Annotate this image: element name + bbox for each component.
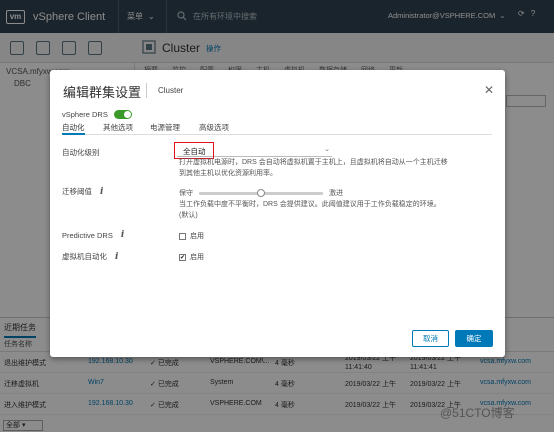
drs-toggle[interactable] [113, 110, 132, 119]
title-divider [146, 83, 147, 98]
checkbox-unchecked[interactable] [179, 232, 186, 240]
slider-max-label: 激进 [329, 190, 343, 197]
close-icon[interactable]: ✕ [484, 83, 494, 97]
tab-advanced-options[interactable]: 高级选项 [199, 122, 229, 135]
predictive-drs-checkbox[interactable]: 启用 [179, 231, 204, 241]
threshold-slider-row: 保守 激进 [179, 188, 343, 198]
info-icon[interactable]: i [115, 252, 118, 262]
info-icon[interactable]: i [100, 187, 103, 197]
tab-other-options[interactable]: 其他选项 [103, 122, 133, 135]
slider-handle[interactable] [257, 188, 265, 197]
dialog-subtitle: Cluster [158, 86, 184, 95]
dialog-tabs: 自动化 其他选项 电源管理 高级选项 [62, 122, 492, 135]
checkbox-checked[interactable]: ✔ [179, 253, 186, 261]
tab-automation[interactable]: 自动化 [62, 122, 85, 135]
migration-threshold-label: 迁移阈值 i [62, 186, 104, 197]
tab-power-management[interactable]: 电源管理 [150, 122, 180, 135]
vm-automation-label: 虚拟机自动化 i [62, 251, 119, 262]
automation-level-label: 自动化级别 [62, 148, 100, 157]
threshold-description: 当工作负载中度不平衡时，DRS 会提供建议。此阈值建议用于工作负载稳定的环境。 … [179, 201, 441, 219]
drs-toggle-row: vSphere DRS [62, 110, 132, 119]
watermark: @51CTO博客 [440, 406, 515, 420]
automation-description: 打开虚拟机电源时，DRS 会自动将虚拟机置于主机上，且虚拟机将自动从一个主机迁移… [179, 159, 448, 177]
drs-label: vSphere DRS [62, 110, 108, 119]
edit-cluster-settings-dialog: 编辑群集设置 Cluster ✕ vSphere DRS 自动化 其他选项 电源… [50, 70, 505, 357]
info-icon[interactable]: i [121, 230, 124, 240]
vm-automation-checkbox[interactable]: ✔ 启用 [179, 252, 204, 262]
predictive-drs-label: Predictive DRS i [62, 230, 125, 240]
slider-min-label: 保守 [179, 190, 193, 197]
threshold-slider[interactable] [199, 188, 323, 197]
dialog-title: 编辑群集设置 [63, 85, 142, 100]
ok-button[interactable]: 确定 [455, 330, 493, 347]
cancel-button[interactable]: 取消 [412, 330, 449, 347]
chevron-down-icon: ⌄ [324, 146, 330, 153]
